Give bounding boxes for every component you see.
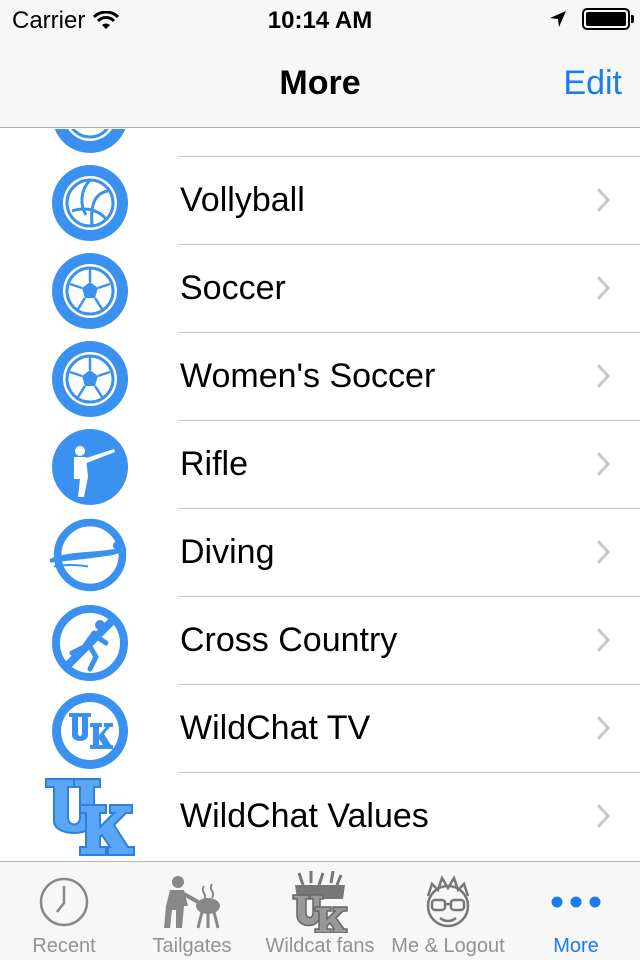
fans-icon [256, 870, 384, 934]
list-item-rifle[interactable]: Rifle [0, 421, 640, 509]
volleyball-icon [50, 129, 130, 155]
battery-icon [582, 8, 634, 30]
chevron-right-icon [596, 539, 610, 565]
list-item-label: Vollyball [180, 181, 305, 219]
list-item-vollyball[interactable]: Vollyball [0, 157, 640, 245]
uk-logo-icon [44, 775, 136, 859]
tab-recent[interactable]: Recent [0, 862, 128, 960]
grill-icon [128, 870, 256, 934]
list-item-womens-soccer[interactable]: Women's Soccer [0, 333, 640, 421]
list-item-label: Women's Soccer [180, 357, 436, 395]
tab-label: Tailgates [152, 935, 232, 957]
more-dots-icon [512, 870, 640, 934]
soccer-ball-icon [50, 251, 130, 331]
chevron-right-icon [596, 451, 610, 477]
tab-label: Wildcat fans [265, 935, 375, 957]
chevron-right-icon [596, 187, 610, 213]
list-item[interactable] [0, 129, 640, 157]
volleyball-icon [50, 163, 130, 243]
list-item-cross-country[interactable]: Cross Country [0, 597, 640, 685]
chevron-right-icon [596, 275, 610, 301]
list-item-label: Diving [180, 533, 275, 571]
list-item-label: WildChat TV [180, 709, 371, 747]
edit-button[interactable]: Edit [563, 64, 622, 103]
navigation-bar: More Edit [0, 40, 640, 128]
list-item-label: Cross Country [180, 621, 398, 659]
list-item-label: WildChat Values [180, 797, 429, 835]
tab-me-logout[interactable]: Me & Logout [384, 862, 512, 960]
tab-label: Me & Logout [391, 935, 505, 957]
location-arrow-icon [550, 11, 566, 27]
tab-wildcat-fans[interactable]: Wildcat fans [256, 862, 384, 960]
chevron-right-icon [596, 803, 610, 829]
uk-logo-circle-icon [50, 691, 130, 771]
list-item-diving[interactable]: Diving [0, 509, 640, 597]
clock-icon [0, 870, 128, 934]
status-bar: Carrier 10:14 AM [0, 0, 640, 40]
list-item-label: Rifle [180, 445, 249, 483]
tab-label: More [553, 935, 599, 957]
list-item-label: Soccer [180, 269, 286, 307]
soccer-ball-icon [50, 339, 130, 419]
list-item-soccer[interactable]: Soccer [0, 245, 640, 333]
chevron-right-icon [596, 627, 610, 653]
page-title: More [279, 64, 361, 102]
more-list[interactable]: Vollyball Soccer Women's Soccer Rifle Di… [0, 129, 640, 861]
tab-bar: Recent Tailgates Wildcat fans Me & Logou… [0, 861, 640, 960]
list-item-wildchat-tv[interactable]: WildChat TV [0, 685, 640, 773]
runner-icon [50, 603, 130, 683]
rifle-shooter-icon [50, 427, 130, 507]
clock-time: 10:14 AM [267, 7, 373, 34]
chevron-right-icon [596, 715, 610, 741]
diver-icon [50, 515, 130, 595]
avatar-icon [384, 870, 512, 934]
chevron-right-icon [596, 363, 610, 389]
tab-tailgates[interactable]: Tailgates [128, 862, 256, 960]
list-item-wildchat-values[interactable]: WildChat Values [0, 773, 640, 861]
tab-more[interactable]: More [512, 862, 640, 960]
status-right [548, 8, 634, 30]
tab-label: Recent [32, 935, 96, 957]
